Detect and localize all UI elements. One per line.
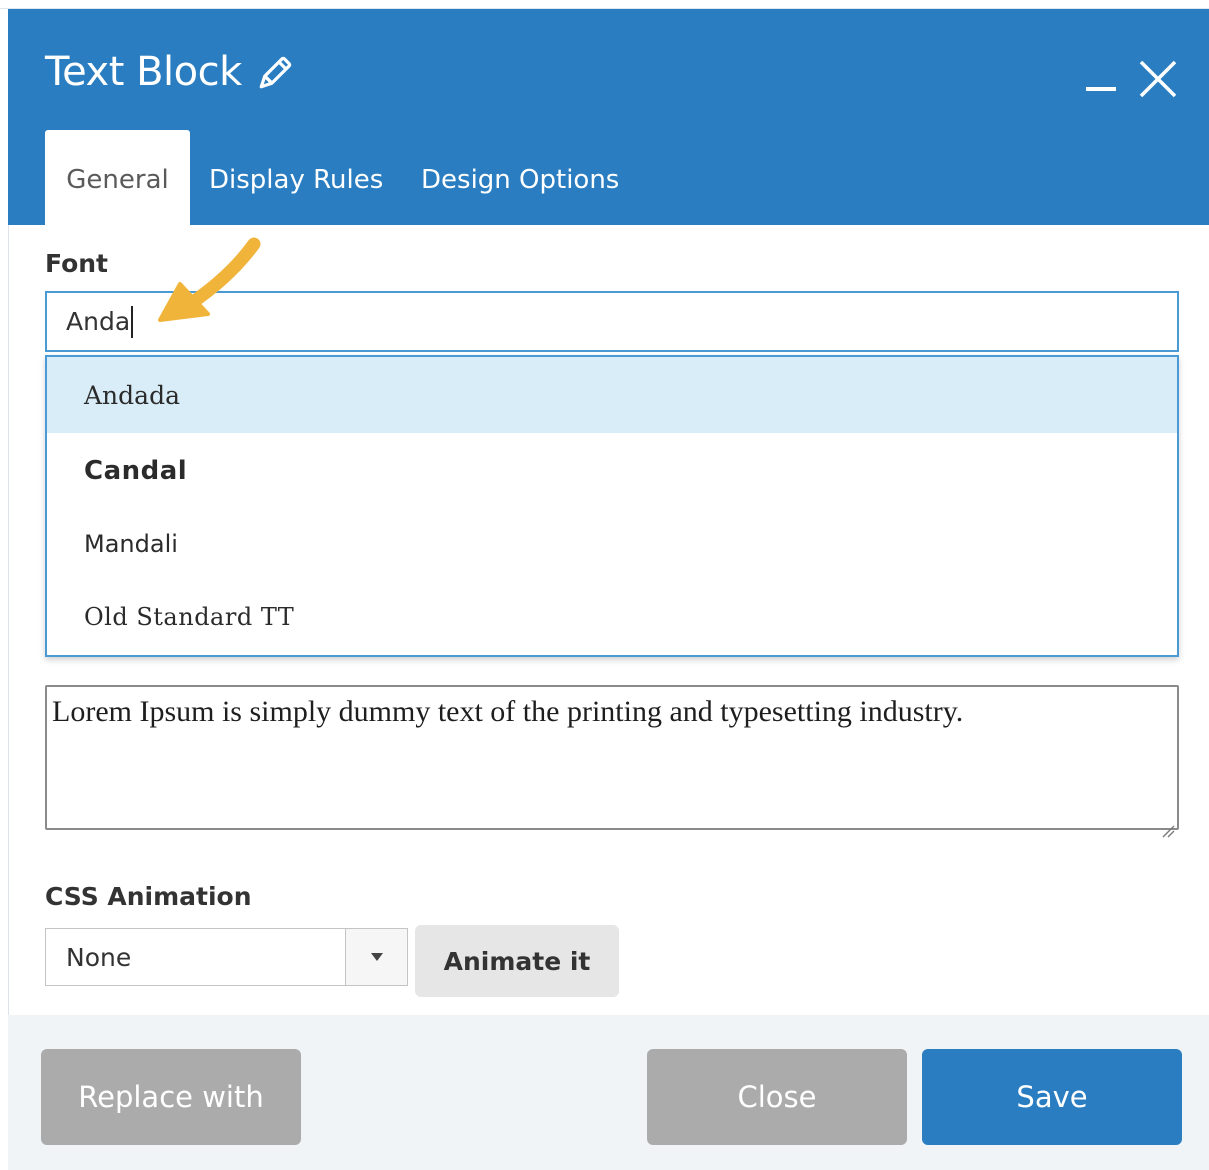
tab-display-rules[interactable]: Display Rules bbox=[209, 130, 383, 226]
text-content-editor[interactable]: Lorem Ipsum is simply dummy text of the … bbox=[45, 685, 1179, 838]
tab-general[interactable]: General bbox=[45, 130, 190, 226]
font-label: Font bbox=[45, 249, 108, 278]
replace-with-button[interactable]: Replace with bbox=[41, 1049, 301, 1145]
body-border bbox=[8, 225, 9, 1015]
suggestion-old-standard-tt[interactable]: Old Standard TT bbox=[47, 579, 1177, 655]
animate-it-button[interactable]: Animate it bbox=[415, 925, 619, 997]
save-button[interactable]: Save bbox=[922, 1049, 1182, 1145]
top-strip bbox=[0, 0, 1209, 9]
close-icon[interactable] bbox=[1138, 59, 1178, 99]
font-input-value: Anda bbox=[66, 307, 131, 336]
resize-grip-icon[interactable] bbox=[1161, 812, 1175, 838]
dialog-title: Text Block bbox=[45, 49, 294, 95]
dropdown-arrow-icon[interactable] bbox=[345, 929, 407, 985]
text-caret bbox=[131, 305, 134, 338]
suggestion-andada[interactable]: Andada bbox=[47, 357, 1177, 433]
text-block-dialog: Text Block General Display Rules Design … bbox=[0, 0, 1209, 1170]
pencil-icon[interactable] bbox=[254, 54, 294, 94]
suggestion-candal[interactable]: Candal bbox=[47, 433, 1177, 509]
dialog-title-text: Text Block bbox=[45, 49, 242, 95]
css-animation-select[interactable]: None bbox=[45, 928, 408, 986]
suggestion-mandali[interactable]: Mandali bbox=[47, 509, 1177, 579]
text-content: Lorem Ipsum is simply dummy text of the … bbox=[52, 695, 964, 728]
css-animation-value: None bbox=[66, 942, 132, 972]
css-animation-label: CSS Animation bbox=[45, 882, 252, 911]
minimize-icon[interactable] bbox=[1086, 87, 1116, 91]
annotation-arrow-icon bbox=[150, 232, 280, 332]
close-button[interactable]: Close bbox=[647, 1049, 907, 1145]
font-suggestions-dropdown: Andada Candal Mandali Old Standard TT bbox=[45, 355, 1179, 657]
tab-design-options[interactable]: Design Options bbox=[421, 130, 619, 226]
